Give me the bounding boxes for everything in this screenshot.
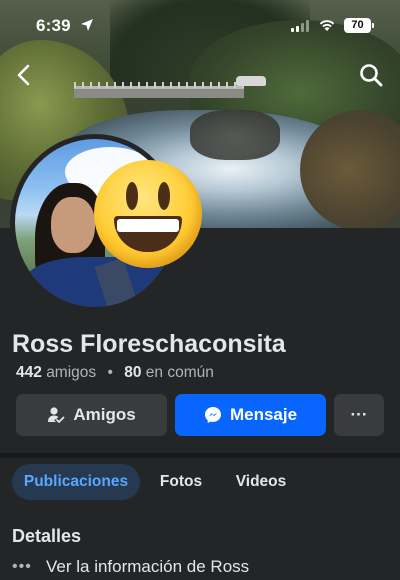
avatar-face xyxy=(51,197,95,253)
search-icon[interactable] xyxy=(358,62,384,88)
cellular-signal-icon xyxy=(291,20,311,32)
message-button-label: Mensaje xyxy=(229,405,298,424)
wifi-icon xyxy=(319,20,335,31)
friends-summary[interactable]: 442 amigos • 80 en común xyxy=(16,364,214,382)
message-button[interactable]: Mensaje xyxy=(175,394,326,436)
battery-icon: 70 xyxy=(344,18,371,33)
more-dots-icon: ••• xyxy=(12,558,32,575)
smiley-emoji-overlay xyxy=(94,160,202,268)
friend-check-icon xyxy=(48,407,65,423)
status-bar: 6:39 70 xyxy=(0,0,400,50)
emoji-mouth xyxy=(114,216,182,252)
more-options-button[interactable]: ··· xyxy=(334,394,384,436)
tab-videos[interactable]: Videos xyxy=(226,464,296,500)
cover-bridge-rail xyxy=(74,82,244,88)
tab-fotos[interactable]: Fotos xyxy=(150,464,212,500)
more-dots-icon: ··· xyxy=(350,405,368,424)
mutual-label: en común xyxy=(145,364,214,381)
back-chevron-icon[interactable] xyxy=(12,62,36,88)
tab-publicaciones[interactable]: Publicaciones xyxy=(12,464,140,500)
mutual-count: 80 xyxy=(124,364,142,381)
cover-rocks xyxy=(190,110,280,160)
location-arrow-icon xyxy=(81,19,93,31)
emoji-teeth xyxy=(117,219,179,232)
separator-dot: • xyxy=(107,364,113,381)
friends-button[interactable]: Amigos xyxy=(16,394,167,436)
status-time: 6:39 xyxy=(36,16,71,35)
see-info-label: Ver la información de Ross xyxy=(46,557,250,576)
profile-name: Ross Floreschaconsita xyxy=(12,330,286,358)
friends-label: amigos xyxy=(46,364,97,381)
cover-car xyxy=(236,76,266,86)
battery-tip xyxy=(372,23,374,28)
friends-button-label: Amigos xyxy=(73,405,136,424)
emoji-eye-left xyxy=(126,182,138,210)
section-divider xyxy=(0,453,400,458)
friends-count: 442 xyxy=(16,364,42,381)
emoji-eye-right xyxy=(158,182,170,210)
details-heading: Detalles xyxy=(12,526,82,546)
see-info-row[interactable]: ••• Ver la información de Ross xyxy=(12,556,249,578)
messenger-icon xyxy=(204,407,221,423)
